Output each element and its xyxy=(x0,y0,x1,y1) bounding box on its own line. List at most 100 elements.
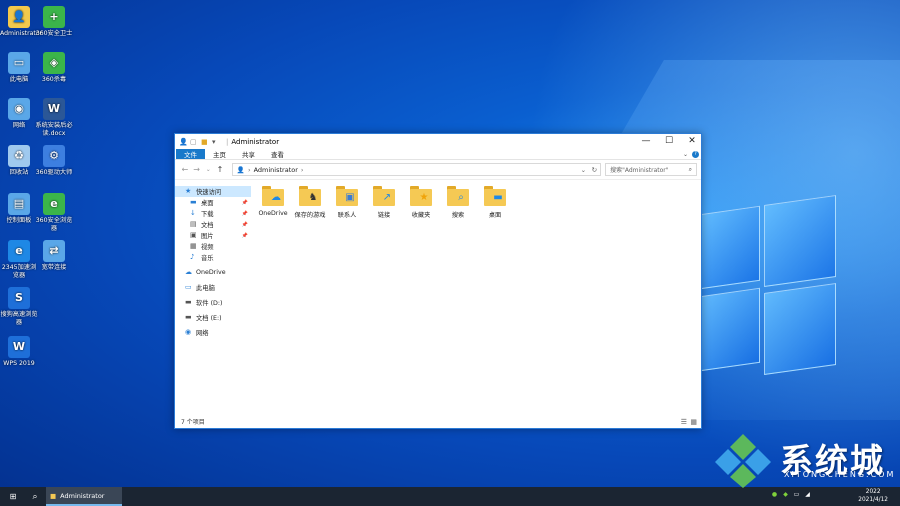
control-panel-icon: ▤ xyxy=(8,193,30,215)
sidebar-item[interactable]: ▬ 软件 (D:) xyxy=(175,297,251,308)
recycle-bin-icon: ♻ xyxy=(8,145,30,167)
desktop-icon-label: 控制面板 xyxy=(6,217,32,224)
desktop-icon[interactable]: e 2345加速浏览器 xyxy=(0,240,38,280)
favorites-folder-icon: ★ xyxy=(410,186,432,206)
volume-tray-icon[interactable]: ◢ xyxy=(803,490,812,499)
desktop-icon[interactable]: 👤 Administrator xyxy=(0,6,42,38)
sidebar-item[interactable]: ▭ 此电脑 xyxy=(175,282,251,293)
desktop-icon[interactable]: ▤ 控制面板 xyxy=(0,193,38,225)
up-icon[interactable]: ↑ xyxy=(214,165,226,174)
close-button[interactable]: ✕ xyxy=(681,134,703,148)
desktop-icon-label: 2345加速浏览器 xyxy=(1,264,37,279)
folder-item[interactable]: ☁ OneDrive xyxy=(255,186,291,217)
tab-share[interactable]: 共享 xyxy=(234,149,263,159)
sidebar-item[interactable]: ♪ 音乐 xyxy=(175,252,251,263)
drive-icon: ▬ xyxy=(185,298,192,306)
sidebar-item[interactable]: ▬ 桌面 📌 xyxy=(175,197,251,208)
address-dropdown-icon[interactable]: ⌄ xyxy=(581,166,586,174)
wechat-tray-icon[interactable]: ◆ xyxy=(781,490,790,499)
sidebar-item[interactable]: ▬ 文档 (E:) xyxy=(175,312,251,323)
forward-icon[interactable]: → xyxy=(191,165,203,174)
computer-icon: ▭ xyxy=(8,52,30,74)
tab-view[interactable]: 查看 xyxy=(263,149,292,159)
sidebar-item[interactable]: ▣ 图片 📌 xyxy=(175,230,251,241)
properties-icon[interactable]: ▢ xyxy=(190,138,198,146)
help-icon[interactable]: ? xyxy=(692,150,699,158)
tab-file[interactable]: 文件 xyxy=(176,149,205,159)
search-input[interactable]: 搜索"Administrator" xyxy=(610,165,668,174)
start-button[interactable]: ⊞ xyxy=(2,487,24,506)
search-button[interactable]: ⌕ xyxy=(24,487,46,506)
network-tray-icon[interactable]: ▭ xyxy=(792,490,801,499)
desktop-icon-label: 网络 xyxy=(12,122,26,129)
folder-item[interactable]: ♞ 保存的游戏 xyxy=(292,186,328,219)
search-icon[interactable]: ⌕ xyxy=(689,166,692,174)
recent-locations-icon[interactable]: ⌄ xyxy=(202,166,214,173)
explorer-window[interactable]: 👤 ▢ ■ ▾ | Administrator — ☐ ✕ 文件 主页 共享 查… xyxy=(174,133,702,429)
search-icon: ⌕ xyxy=(32,491,38,502)
saved-games-folder-icon: ♞ xyxy=(299,186,321,206)
folder-label: 桌面 xyxy=(488,212,502,219)
windows-start-icon: ⊞ xyxy=(9,492,17,501)
folder-label: 保存的游戏 xyxy=(294,212,326,219)
sidebar-item[interactable]: ◉ 网络 xyxy=(175,327,251,338)
folder-item[interactable]: ↗ 链接 xyxy=(366,186,402,219)
broadband-icon: ⇄ xyxy=(43,240,65,262)
ribbon-tabs: 文件 主页 共享 查看 ⌄ ? xyxy=(175,149,701,160)
desktop-icon[interactable]: ⇄ 宽带连接 xyxy=(35,240,73,272)
chevron-down-icon[interactable]: ⌄ xyxy=(683,151,688,158)
desktop-icon[interactable]: ▭ 此电脑 xyxy=(0,52,38,84)
desktop-icon-label: 此电脑 xyxy=(9,76,29,83)
desktop-icon[interactable]: ⚙ 360驱动大师 xyxy=(35,145,73,177)
minimize-button[interactable]: — xyxy=(635,134,657,148)
sidebar-item[interactable]: ★ 快速访问 xyxy=(175,186,251,197)
details-view-icon[interactable]: ☰ xyxy=(681,418,687,426)
quick-access-dropdown-icon[interactable]: ▾ xyxy=(212,138,220,146)
address-path[interactable]: Administrator xyxy=(254,166,298,174)
desktop-icon-label: 系统安装后必读.docx xyxy=(35,122,73,137)
navigation-pane: ★ 快速访问 ▬ 桌面 📌 ↓ 下载 📌 ▤ 文档 📌 ▣ 图片 📌 ▦ 视频 ♪ 音乐 ☁ OneDrive ▭ 此电脑… xyxy=(175,186,251,406)
sidebar-item[interactable]: ▤ 文档 📌 xyxy=(175,219,251,230)
back-icon[interactable]: ← xyxy=(179,165,191,174)
folder-item[interactable]: ★ 收藏夹 xyxy=(403,186,439,219)
desktop-icon-label: 宽带连接 xyxy=(41,264,67,271)
desktop-icon-label: 搜狗高速浏览器 xyxy=(0,311,38,326)
sidebar-item-label: 软件 (D:) xyxy=(196,300,223,307)
desktop-icon[interactable]: ♻ 回收站 xyxy=(0,145,38,177)
clock[interactable]: 2022 2021/4/12 xyxy=(858,488,888,504)
music-icon: ♪ xyxy=(190,253,195,261)
large-icons-view-icon[interactable]: ▦ xyxy=(690,418,697,426)
desktop-icon[interactable]: ◈ 360杀毒 xyxy=(35,52,73,84)
search-box[interactable]: 搜索"Administrator" ⌕ xyxy=(605,163,698,176)
title-bar[interactable]: 👤 ▢ ■ ▾ | Administrator xyxy=(175,134,701,149)
tab-home[interactable]: 主页 xyxy=(205,149,234,159)
new-folder-icon[interactable]: ■ xyxy=(201,138,209,146)
sidebar-item[interactable]: ↓ 下载 📌 xyxy=(175,208,251,219)
refresh-icon[interactable]: ↻ xyxy=(592,166,597,174)
folder-item[interactable]: ▬ 桌面 xyxy=(477,186,513,219)
user-folder-icon: 👤 xyxy=(236,165,245,174)
desktop-icon[interactable]: +360安全卫士 xyxy=(35,6,73,38)
desktop-icon[interactable]: W 系统安装后必读.docx xyxy=(35,98,73,138)
network-icon: ◉ xyxy=(8,98,30,120)
driver-master-icon: ⚙ xyxy=(43,145,65,167)
desktop-icon[interactable]: ◉ 网络 xyxy=(0,98,38,130)
network-icon: ◉ xyxy=(185,328,192,336)
sidebar-item-label: 文档 xyxy=(201,222,214,229)
desktop-icon[interactable]: W WPS 2019 xyxy=(0,336,38,368)
pin-icon: 📌 xyxy=(241,232,248,239)
sidebar-item[interactable]: ☁ OneDrive xyxy=(175,267,251,278)
sidebar-item-label: OneDrive xyxy=(196,269,226,276)
desktop-icon[interactable]: e 360安全浏览器 xyxy=(35,193,73,233)
sidebar-item-label: 桌面 xyxy=(201,200,214,207)
watermark-diamond-icon xyxy=(715,434,771,488)
folder-label: 链接 xyxy=(377,212,391,219)
360-tray-icon[interactable]: ● xyxy=(770,490,779,499)
taskbar-app-explorer[interactable]: ■ Administrator xyxy=(46,487,122,506)
maximize-button[interactable]: ☐ xyxy=(658,134,680,148)
folder-item[interactable]: ▣ 联系人 xyxy=(329,186,365,219)
sidebar-item[interactable]: ▦ 视频 xyxy=(175,241,251,252)
folder-item[interactable]: ⌕ 搜索 xyxy=(440,186,476,219)
desktop-icon[interactable]: S 搜狗高速浏览器 xyxy=(0,287,38,327)
address-bar[interactable]: 👤 › Administrator › ⌄ ↻ xyxy=(231,163,602,176)
